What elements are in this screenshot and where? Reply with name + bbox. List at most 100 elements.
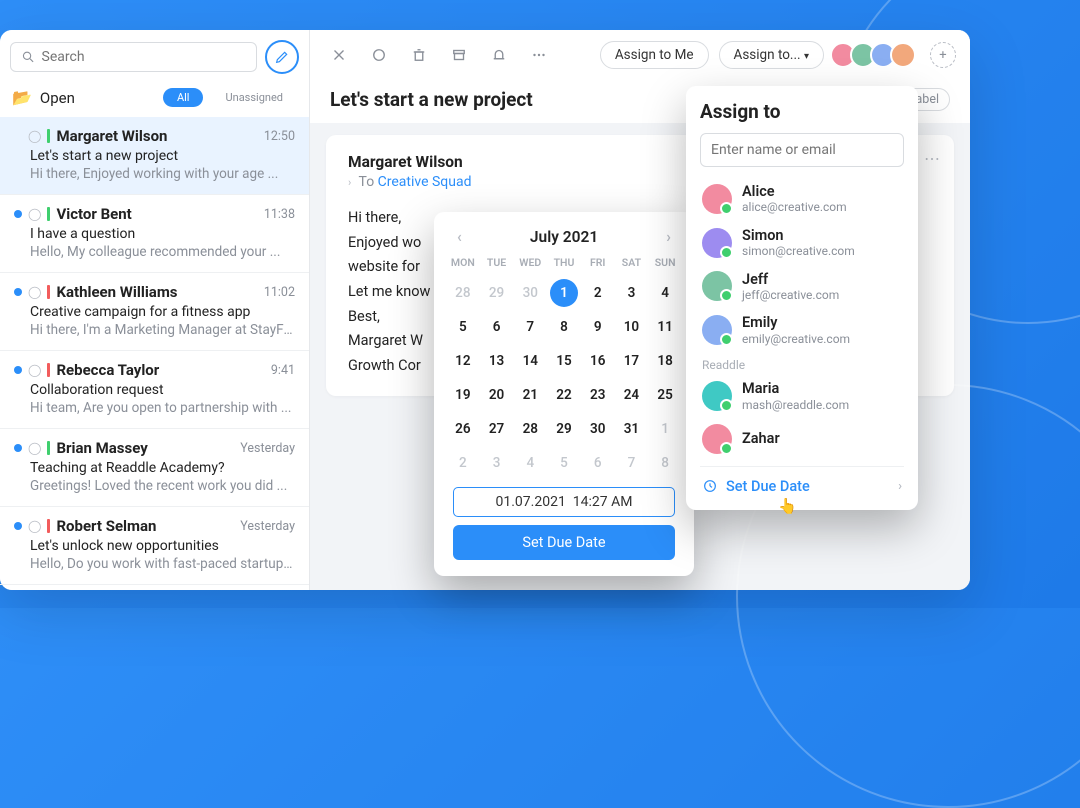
more-button[interactable]	[524, 40, 554, 70]
thread-time: Yesterday	[240, 441, 295, 456]
calendar-day[interactable]: 7	[617, 449, 645, 477]
person-email: jeff@creative.com	[742, 288, 839, 302]
calendar-day[interactable]: 24	[617, 381, 645, 409]
thread-list: ◯ Margaret Wilson 12:50 Let's start a ne…	[0, 117, 309, 590]
calendar-day[interactable]: 2	[584, 279, 612, 307]
calendar-day[interactable]: 16	[584, 347, 612, 375]
thread-time: 11:02	[264, 285, 295, 300]
person-name: Simon	[742, 227, 855, 244]
chevron-down-icon: ▾	[804, 51, 809, 62]
calendar-day[interactable]: 5	[449, 313, 477, 341]
person-name: Jeff	[742, 271, 839, 288]
person-row[interactable]: Alice alice@creative.com	[700, 177, 904, 221]
person-name: Maria	[742, 380, 849, 397]
calendar-day[interactable]: 13	[483, 347, 511, 375]
recipient-link[interactable]: Creative Squad	[378, 174, 472, 190]
assign-to-button[interactable]: Assign to... ▾	[719, 41, 824, 69]
thread-sender: Victor Bent	[56, 205, 257, 223]
thread-item[interactable]: ◯ Victor Bent 11:38 I have a question He…	[0, 195, 309, 273]
calendar-day[interactable]: 3	[483, 449, 511, 477]
calendar-day[interactable]: 14	[516, 347, 544, 375]
thread-item[interactable]: ◯ Robert Selman Yesterday Let's unlock n…	[0, 507, 309, 585]
calendar-day[interactable]: 27	[483, 415, 511, 443]
filter-all[interactable]: All	[163, 88, 204, 107]
calendar-day[interactable]: 3	[617, 279, 645, 307]
chevron-right-icon[interactable]: ›	[348, 176, 351, 189]
date-picker: ‹ July 2021 › MONTUEWEDTHUFRISATSUN28293…	[434, 212, 694, 576]
thread-item[interactable]: ◯ Margaret Wilson 12:50 Let's start a ne…	[0, 117, 309, 195]
mark-read-button[interactable]	[364, 40, 394, 70]
add-assignee-button[interactable]: +	[930, 42, 956, 68]
close-button[interactable]	[324, 40, 354, 70]
filter-unassigned[interactable]: Unassigned	[211, 88, 297, 107]
calendar-day[interactable]: 11	[651, 313, 679, 341]
thread-time: Yesterday	[240, 519, 295, 534]
trash-button[interactable]	[404, 40, 434, 70]
person-row[interactable]: Jeff jeff@creative.com	[700, 265, 904, 309]
search-box[interactable]	[10, 42, 257, 72]
calendar-day[interactable]: 17	[617, 347, 645, 375]
calendar-day[interactable]: 10	[617, 313, 645, 341]
calendar-day[interactable]: 9	[584, 313, 612, 341]
assign-search-input[interactable]	[700, 133, 904, 167]
prev-month-button[interactable]: ‹	[452, 226, 467, 248]
thread-item[interactable]: ◯ Kathleen Williams 11:02 Creative campa…	[0, 273, 309, 351]
assign-to-me-button[interactable]: Assign to Me	[600, 41, 709, 69]
calendar-day[interactable]: 1	[550, 279, 578, 307]
more-icon[interactable]: ⋯	[924, 149, 940, 168]
calendar-day[interactable]: 21	[516, 381, 544, 409]
calendar-day[interactable]: 22	[550, 381, 578, 409]
calendar-day[interactable]: 29	[483, 279, 511, 307]
avatar[interactable]	[890, 42, 916, 68]
notify-button[interactable]	[484, 40, 514, 70]
calendar-day[interactable]: 4	[651, 279, 679, 307]
status-bar	[47, 441, 50, 455]
calendar-day[interactable]: 20	[483, 381, 511, 409]
calendar-day[interactable]: 25	[651, 381, 679, 409]
calendar-day[interactable]: 1	[651, 415, 679, 443]
calendar-day[interactable]: 6	[584, 449, 612, 477]
calendar-day[interactable]: 28	[449, 279, 477, 307]
set-due-date-button[interactable]: Set Due Date	[453, 525, 675, 560]
unread-dot	[14, 444, 22, 452]
calendar-day[interactable]: 8	[651, 449, 679, 477]
archive-button[interactable]	[444, 40, 474, 70]
datetime-input[interactable]	[453, 487, 675, 517]
thread-subject: I have a question	[30, 226, 295, 242]
calendar-day[interactable]: 30	[516, 279, 544, 307]
calendar-day[interactable]: 6	[483, 313, 511, 341]
calendar-day[interactable]: 15	[550, 347, 578, 375]
calendar-day[interactable]: 23	[584, 381, 612, 409]
calendar-day[interactable]: 12	[449, 347, 477, 375]
calendar-day[interactable]: 28	[516, 415, 544, 443]
assign-popover: Assign to Alice alice@creative.com Simon…	[686, 86, 918, 510]
compose-button[interactable]	[265, 40, 299, 74]
person-row[interactable]: Zahar	[700, 418, 904, 460]
calendar-day[interactable]: 26	[449, 415, 477, 443]
status-bar	[47, 363, 50, 377]
calendar-day[interactable]: 18	[651, 347, 679, 375]
search-input[interactable]	[42, 49, 246, 65]
calendar-day[interactable]: 5	[550, 449, 578, 477]
group-label: Readdle	[700, 352, 904, 374]
chevron-right-icon: ›	[898, 479, 902, 494]
thread-preview: Hello, Do you work with fast-paced start…	[30, 556, 295, 572]
person-row[interactable]: Simon simon@creative.com	[700, 221, 904, 265]
set-due-date-row[interactable]: Set Due Date › 👆	[700, 466, 904, 506]
thread-subject: Teaching at Readdle Academy?	[30, 460, 295, 476]
calendar-day[interactable]: 7	[516, 313, 544, 341]
calendar-day[interactable]: 31	[617, 415, 645, 443]
calendar-day[interactable]: 30	[584, 415, 612, 443]
calendar-day[interactable]: 4	[516, 449, 544, 477]
thread-item[interactable]: ◯ Brian Massey Yesterday Teaching at Rea…	[0, 429, 309, 507]
calendar-day[interactable]: 8	[550, 313, 578, 341]
thread-item[interactable]: ◯ Rebecca Taylor 9:41 Collaboration requ…	[0, 351, 309, 429]
person-row[interactable]: Maria mash@readdle.com	[700, 374, 904, 418]
thread-sender: Rebecca Taylor	[56, 361, 264, 379]
thread-time: 12:50	[264, 129, 295, 144]
person-row[interactable]: Emily emily@creative.com	[700, 308, 904, 352]
calendar-day[interactable]: 19	[449, 381, 477, 409]
next-month-button[interactable]: ›	[661, 226, 676, 248]
calendar-day[interactable]: 29	[550, 415, 578, 443]
calendar-day[interactable]: 2	[449, 449, 477, 477]
